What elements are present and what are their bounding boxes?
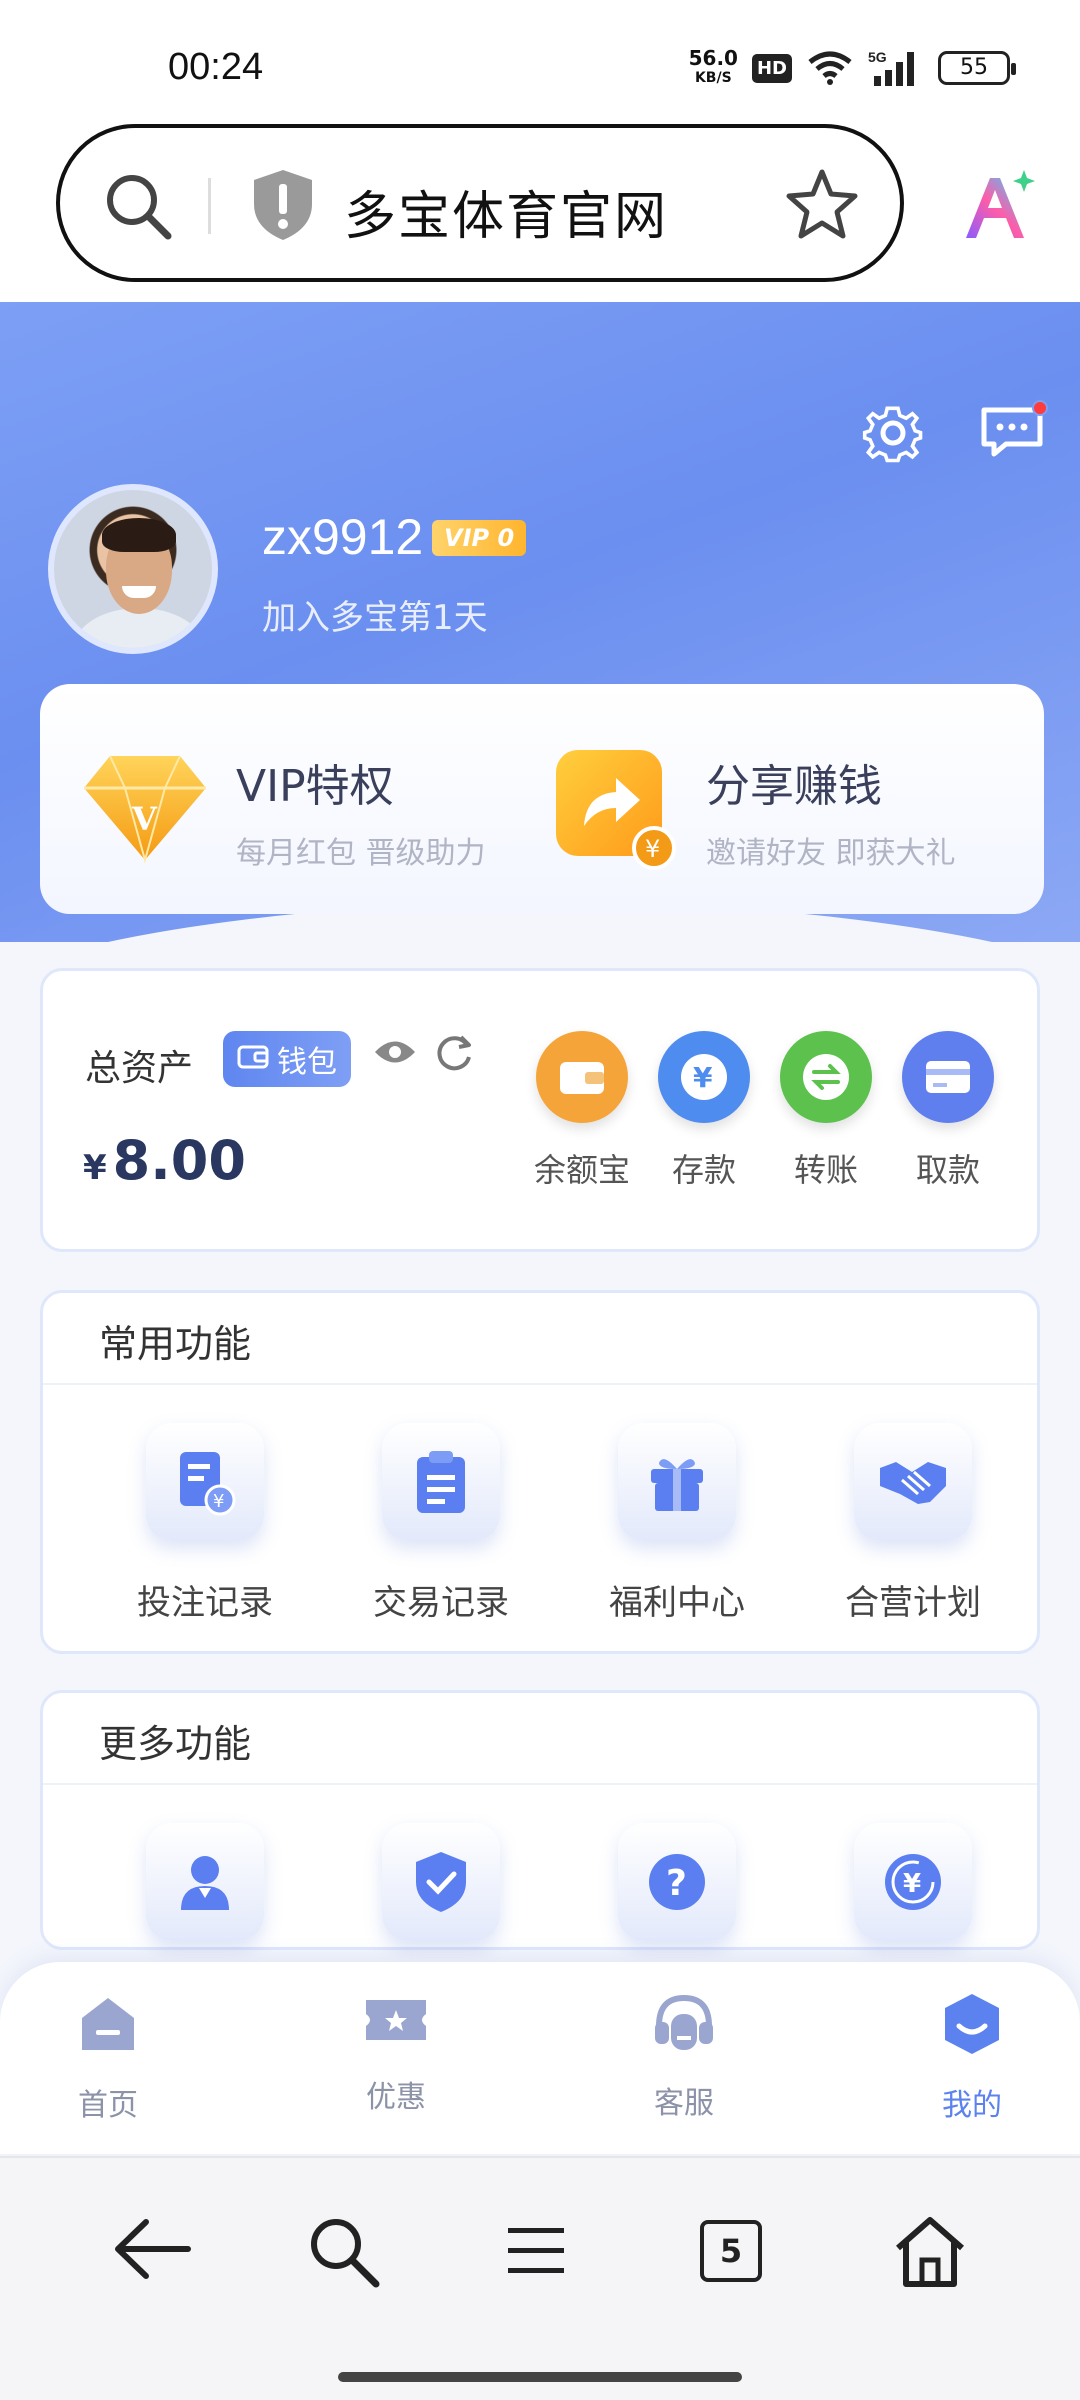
svg-text:V: V (131, 800, 158, 838)
battery-indicator: 55 (938, 51, 1016, 85)
search-icon[interactable] (100, 168, 176, 244)
username: zx9912 (262, 509, 424, 565)
asset-actions: 余额宝 ¥ 存款 转账 取款 (521, 1031, 1009, 1191)
withdraw-card-icon (902, 1031, 994, 1123)
vip-level-badge: VIP 0 (432, 520, 527, 556)
status-bar: 00:24 56.0 KB/S HD 5G 55 (0, 0, 1080, 120)
home-indicator[interactable] (338, 2372, 742, 2382)
wallet-label: 钱包 (277, 1045, 337, 1080)
total-assets-label: 总资产 (85, 1048, 194, 1089)
tab-promotions[interactable]: 优惠 (316, 1992, 476, 2116)
share-earn-entry[interactable]: ¥ 分享赚钱 邀请好友 即获大礼 (550, 744, 956, 874)
messages-button[interactable] (980, 400, 1048, 462)
svg-text:¥: ¥ (213, 1491, 224, 1512)
wallet-icon (237, 1045, 269, 1069)
transfer-button[interactable]: 转账 (765, 1031, 887, 1191)
user-profile-icon (146, 1823, 264, 1941)
transaction-record-button[interactable]: 交易记录 (323, 1423, 559, 1624)
vip-diamond-icon: V (80, 744, 210, 874)
security-shield-icon (382, 1823, 500, 1941)
svg-text:¥: ¥ (693, 1061, 713, 1094)
address-bar[interactable]: 多宝体育官网 (56, 124, 904, 282)
svg-text:?: ? (666, 1863, 687, 1904)
browser-bottom-nav: 5 (0, 2156, 1080, 2400)
common-functions-grid: ¥ 投注记录 交易记录 福利中心 合营计划 (87, 1423, 1031, 1624)
total-assets-amount: ¥8.00 (83, 1129, 246, 1192)
avatar[interactable] (48, 484, 218, 654)
refresh-icon[interactable] (433, 1031, 475, 1073)
wallet-button[interactable]: 钱包 (223, 1031, 351, 1087)
rebate-button[interactable]: ¥ (795, 1823, 1031, 1941)
wifi-icon (808, 51, 852, 85)
status-icons: 56.0 KB/S HD 5G 55 (688, 46, 1016, 88)
tab-customer-service[interactable]: 客服 (604, 1992, 764, 2122)
tabs-counter-button[interactable]: 5 (700, 2220, 762, 2282)
menu-icon[interactable] (506, 2224, 566, 2278)
common-functions-card: 常用功能 ¥ 投注记录 交易记录 福利中心 合营计划 (40, 1290, 1040, 1654)
address-divider (208, 178, 211, 234)
join-days-text: 加入多宝第1天 (262, 598, 488, 638)
mine-smile-icon (945, 1994, 999, 2054)
yuebao-button[interactable]: 余额宝 (521, 1031, 643, 1191)
common-functions-title: 常用功能 (99, 1322, 252, 1366)
security-center-button[interactable] (323, 1823, 559, 1941)
transaction-record-icon (382, 1423, 500, 1541)
status-time: 00:24 (168, 46, 264, 88)
unread-dot (1032, 400, 1048, 416)
svg-text:5G: 5G (868, 49, 887, 65)
hd-badge: HD (751, 53, 792, 83)
share-arrow-icon: ¥ (550, 744, 680, 874)
partner-plan-button[interactable]: 合营计划 (795, 1423, 1031, 1624)
section-divider (43, 1383, 1037, 1385)
help-center-button[interactable]: ? (559, 1823, 795, 1941)
bet-record-icon: ¥ (146, 1423, 264, 1541)
search-icon[interactable] (306, 2214, 382, 2290)
share-title: 分享赚钱 (706, 761, 882, 812)
vip-privilege-entry[interactable]: V VIP特权 每月红包 晋级助力 (80, 744, 486, 874)
tab-home[interactable]: 首页 (28, 1992, 188, 2124)
vip-subtitle: 每月红包 晋级助力 (236, 836, 486, 871)
svg-text:¥: ¥ (645, 835, 660, 863)
network-speed: 56.0 KB/S (688, 46, 738, 86)
url-text[interactable]: 多宝体育官网 (344, 174, 668, 249)
vip-title: VIP特权 (236, 761, 394, 812)
deposit-button[interactable]: ¥ 存款 (643, 1031, 765, 1191)
more-functions-title: 更多功能 (99, 1722, 252, 1766)
eye-visibility-icon[interactable] (373, 1037, 417, 1067)
ai-assistant-icon[interactable] (960, 168, 1040, 244)
withdraw-button[interactable]: 取款 (887, 1031, 1009, 1191)
headset-icon (655, 1994, 713, 2050)
help-question-icon: ? (618, 1823, 736, 1941)
transfer-arrows-icon (780, 1031, 872, 1123)
welfare-center-button[interactable]: 福利中心 (559, 1423, 795, 1624)
section-divider (43, 1783, 1037, 1785)
personal-info-button[interactable] (87, 1823, 323, 1941)
home-icon (82, 1998, 134, 2050)
promo-card: V VIP特权 每月红包 晋级助力 ¥ 分享赚钱 邀请好友 即获大礼 (40, 684, 1044, 914)
settings-gear-icon[interactable] (862, 402, 924, 464)
more-functions-card: 更多功能 ? ¥ (40, 1690, 1040, 1950)
gift-icon (618, 1423, 736, 1541)
deposit-yen-icon: ¥ (658, 1031, 750, 1123)
yuebao-wallet-icon (536, 1031, 628, 1123)
share-subtitle: 邀请好友 即获大礼 (706, 836, 956, 871)
home-icon[interactable] (890, 2214, 970, 2290)
back-arrow-icon[interactable] (112, 2214, 192, 2284)
browser-toolbar: 多宝体育官网 (0, 120, 1080, 302)
bookmark-star-icon[interactable] (784, 166, 860, 242)
tab-mine[interactable]: 我的 (892, 1992, 1052, 2124)
rebate-yen-icon: ¥ (854, 1823, 972, 1941)
shield-warning-icon[interactable] (250, 168, 316, 242)
handshake-icon (854, 1423, 972, 1541)
more-functions-grid: ? ¥ (87, 1823, 1031, 1941)
bet-record-button[interactable]: ¥ 投注记录 (87, 1423, 323, 1624)
assets-card: 总资产 钱包 ¥8.00 余额宝 ¥ 存款 转账 取款 (40, 968, 1040, 1252)
svg-text:¥: ¥ (903, 1869, 921, 1899)
cellular-5g-icon: 5G (868, 49, 914, 86)
ticket-icon (366, 2000, 426, 2040)
app-tab-bar: 首页 优惠 客服 我的 (0, 1962, 1080, 2154)
